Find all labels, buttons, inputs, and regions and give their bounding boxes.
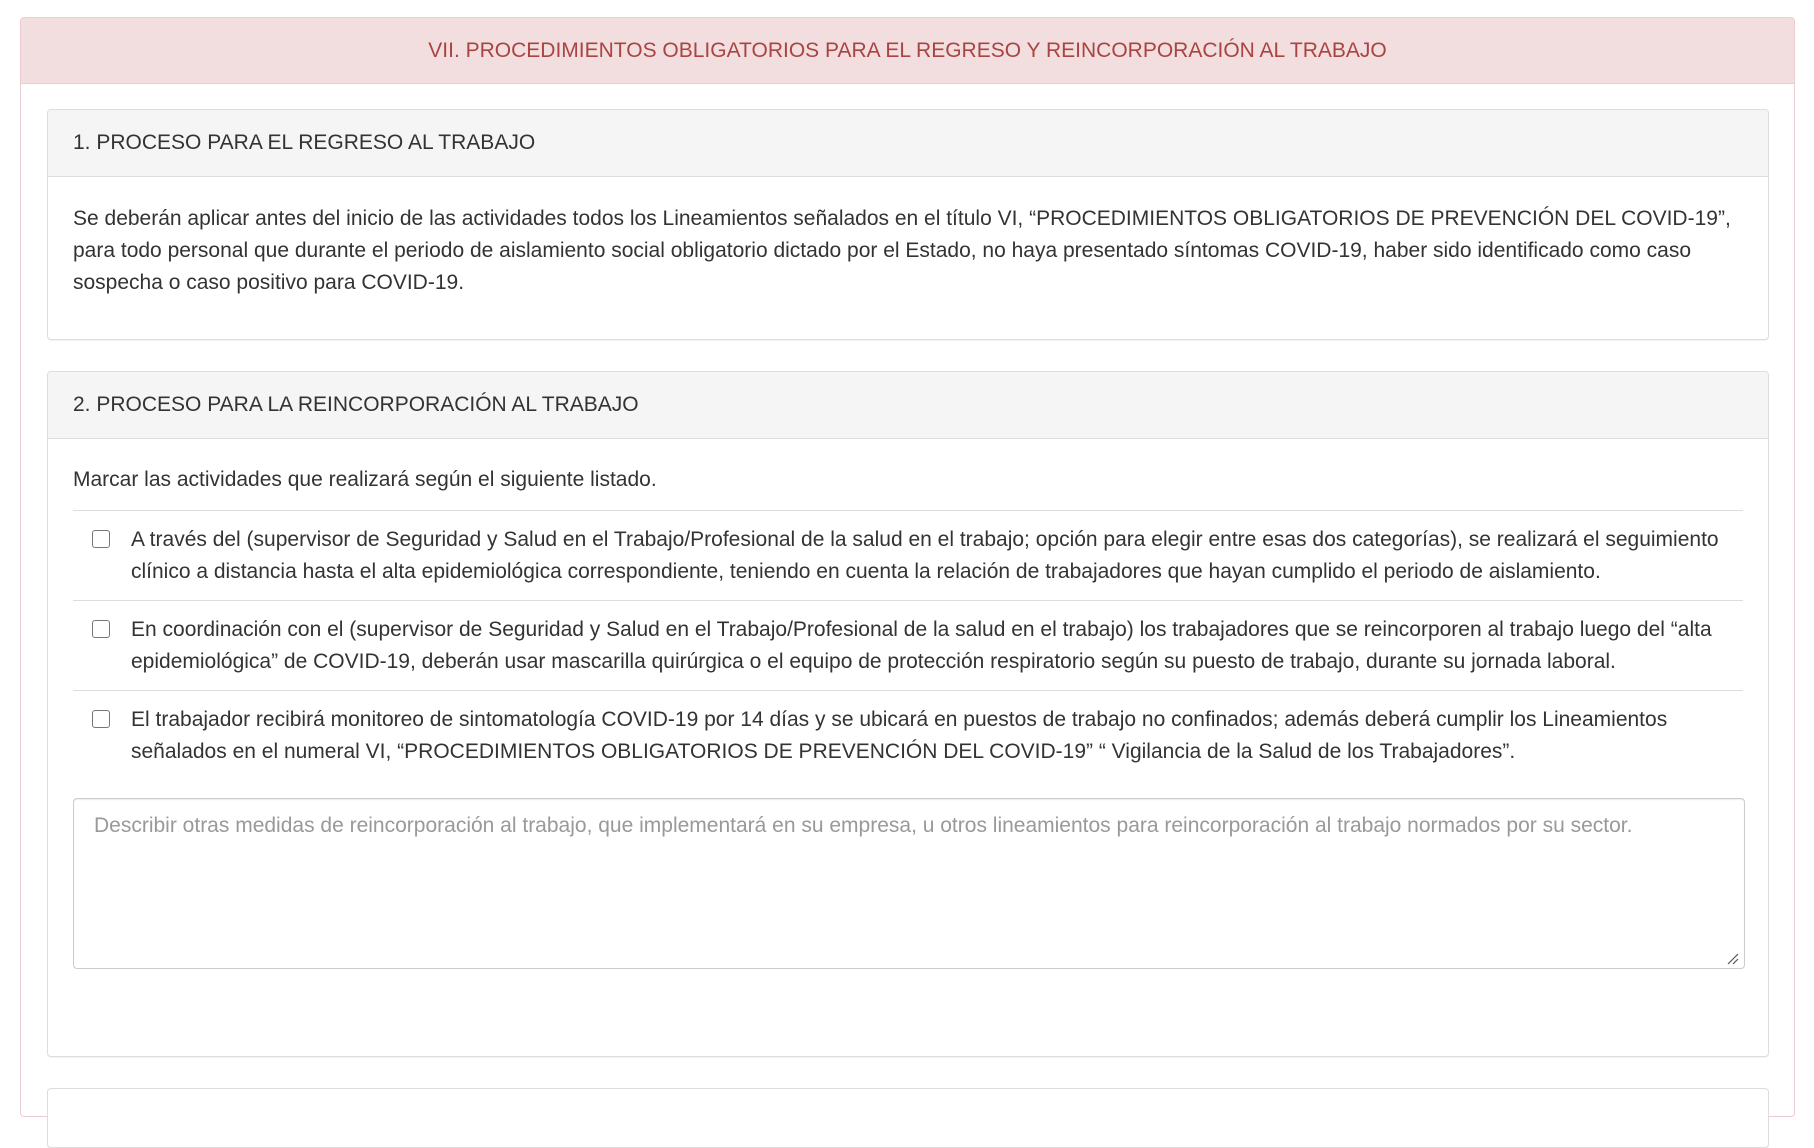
regreso-title: 1. PROCESO PARA EL REGRESO AL TRABAJO (73, 131, 536, 154)
section-vii-heading: VII. PROCEDIMIENTOS OBLIGATORIOS PARA EL… (21, 18, 1794, 84)
reincorporacion-intro: Marcar las actividades que realizará seg… (73, 468, 657, 491)
other-measures-wrapper (73, 798, 1745, 969)
reincorporacion-heading: 2. PROCESO PARA LA REINCORPORACIÓN AL TR… (48, 372, 1768, 439)
activity-label-2: En coordinación con el (supervisor de Se… (131, 618, 1712, 673)
other-measures-textarea[interactable] (73, 798, 1745, 969)
reincorporacion-panel: 2. PROCESO PARA LA REINCORPORACIÓN AL TR… (47, 371, 1769, 1057)
activity-checkbox-1[interactable] (92, 530, 110, 548)
activity-checkbox-2[interactable] (92, 620, 110, 638)
activity-item-2: En coordinación con el (supervisor de Se… (73, 601, 1743, 691)
regreso-heading: 1. PROCESO PARA EL REGRESO AL TRABAJO (48, 110, 1768, 177)
section-vii-title: VII. PROCEDIMIENTOS OBLIGATORIOS PARA EL… (428, 38, 1387, 62)
section-vii-panel: VII. PROCEDIMIENTOS OBLIGATORIOS PARA EL… (20, 17, 1795, 1148)
regreso-body: Se deberán aplicar antes del inicio de l… (48, 203, 1768, 299)
regreso-text: Se deberán aplicar antes del inicio de l… (73, 207, 1731, 294)
regreso-panel: 1. PROCESO PARA EL REGRESO AL TRABAJO Se… (47, 109, 1769, 340)
activity-label-3: El trabajador recibirá monitoreo de sint… (131, 708, 1668, 763)
activity-item-3: El trabajador recibirá monitoreo de sint… (73, 691, 1743, 780)
activity-label-1: A través del (supervisor de Seguridad y … (131, 528, 1719, 583)
reincorporacion-title: 2. PROCESO PARA LA REINCORPORACIÓN AL TR… (73, 393, 639, 416)
resize-handle-icon[interactable] (1725, 951, 1739, 965)
activity-item-1: A través del (supervisor de Seguridad y … (73, 511, 1743, 601)
activity-checkbox-3[interactable] (92, 710, 110, 728)
reincorporacion-body: Marcar las actividades que realizará seg… (48, 464, 1768, 969)
next-panel (47, 1088, 1769, 1148)
activities-checklist: A través del (supervisor de Seguridad y … (73, 510, 1743, 780)
